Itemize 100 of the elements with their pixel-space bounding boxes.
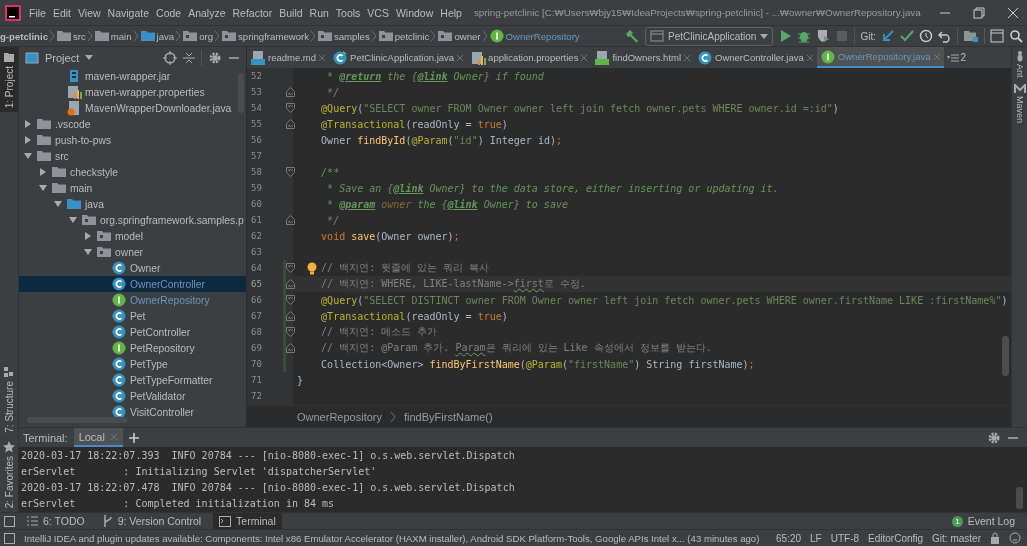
clock-icon[interactable]	[919, 29, 933, 43]
undo-icon[interactable]	[938, 29, 952, 43]
tree-row[interactable]: PetController	[19, 324, 246, 340]
fold-icon[interactable]	[286, 295, 295, 305]
check-icon[interactable]	[900, 29, 914, 43]
menu-item[interactable]: Navigate	[107, 6, 150, 19]
status-item[interactable]: LF	[810, 532, 822, 544]
breadcrumb-item[interactable]: petclinic	[394, 30, 430, 42]
fold-icon[interactable]	[286, 343, 295, 353]
breadcrumb-item[interactable]: samples	[334, 30, 370, 42]
change-marker[interactable]	[283, 276, 286, 292]
menu-item[interactable]: File	[29, 6, 46, 19]
tree-row[interactable]: PetType	[19, 356, 246, 372]
expanded-arrow-icon[interactable]	[23, 151, 33, 161]
tree-row[interactable]: src	[19, 148, 246, 164]
tree-row[interactable]: org.springframework.samples.p	[19, 212, 246, 228]
restore-icon[interactable]	[973, 6, 985, 19]
tree-row[interactable]: main	[19, 180, 246, 196]
tree-row[interactable]: PetRepository	[19, 340, 246, 356]
tree-row[interactable]: push-to-pws	[19, 132, 246, 148]
terminal-tab[interactable]: Local	[73, 428, 123, 447]
caret-icon[interactable]	[85, 55, 94, 60]
bug-icon[interactable]	[797, 29, 812, 43]
fold-icon[interactable]	[286, 311, 295, 321]
collapsed-arrow-icon[interactable]	[23, 135, 33, 145]
scrollbar-thumb[interactable]	[1016, 487, 1023, 509]
tool-window-tab[interactable]: 7: Structure	[0, 362, 18, 437]
collapsed-arrow-icon[interactable]	[83, 231, 93, 241]
tree-row[interactable]: checkstyle	[19, 164, 246, 180]
panel-toggle-icon[interactable]	[4, 532, 15, 544]
tree-row[interactable]: PetTypeFormatter	[19, 372, 246, 388]
tool-window-tab[interactable]: 1: Project	[0, 47, 18, 113]
tree-row[interactable]: java	[19, 196, 246, 212]
editor-tab[interactable]: OwnerController.java	[694, 47, 817, 68]
menu-item[interactable]: Analyze	[188, 6, 226, 19]
tree-row[interactable]: PetValidator	[19, 388, 246, 404]
panel-title[interactable]: Project	[45, 51, 80, 64]
menu-item[interactable]: Tools	[335, 6, 361, 19]
menu-item[interactable]: Window	[395, 6, 434, 19]
editor-tab[interactable]: findOwners.html	[591, 47, 695, 68]
tree-row[interactable]: OwnerController	[19, 276, 246, 292]
breadcrumb-item[interactable]: main	[110, 30, 132, 42]
breadcrumb-item[interactable]: OwnerRepository	[297, 411, 382, 423]
hammer-icon[interactable]	[624, 28, 641, 44]
change-marker[interactable]	[283, 260, 286, 276]
status-item[interactable]: 65:20	[776, 532, 802, 544]
change-marker[interactable]	[283, 308, 286, 324]
menu-item[interactable]: VCS	[367, 6, 389, 19]
shield-icon[interactable]	[816, 29, 831, 43]
fold-icon[interactable]	[286, 215, 295, 225]
tree-row[interactable]: maven-wrapper.properties	[19, 84, 246, 100]
expanded-arrow-icon[interactable]	[53, 199, 63, 209]
scrollbar-thumb[interactable]	[1002, 336, 1009, 376]
scrollbar-thumb[interactable]	[27, 417, 127, 423]
status-item[interactable]: UTF-8	[830, 532, 860, 544]
breadcrumb-item[interactable]: springframework	[238, 30, 309, 42]
fold-icon[interactable]	[286, 103, 295, 113]
lock-icon[interactable]	[990, 532, 1000, 544]
status-item[interactable]: EditorConfig	[868, 532, 924, 544]
locate-icon[interactable]	[163, 50, 177, 65]
tree-row[interactable]: MavenWrapperDownloader.java	[19, 100, 246, 116]
collapsed-arrow-icon[interactable]	[23, 119, 33, 129]
menu-item[interactable]: Build	[279, 6, 303, 19]
tree-row[interactable]: Owner	[19, 260, 246, 276]
menu-item[interactable]: View	[78, 6, 101, 19]
expanded-arrow-icon[interactable]	[38, 183, 48, 193]
breadcrumb-item[interactable]: OwnerRepository	[505, 30, 580, 42]
menu-item[interactable]: Run	[309, 6, 329, 19]
tree-row[interactable]: owner	[19, 244, 246, 260]
fold-icon[interactable]	[286, 327, 295, 337]
editor-tab[interactable]: application.properties	[467, 47, 592, 68]
tool-window-tab[interactable]: Ant	[1013, 47, 1026, 81]
fold-icon[interactable]	[286, 279, 295, 289]
tree-row[interactable]: .vscode	[19, 116, 246, 132]
tab-list-button[interactable]: 2	[943, 47, 970, 68]
plus-icon[interactable]	[128, 432, 139, 443]
panel-toggle-icon[interactable]	[4, 515, 15, 527]
menu-item[interactable]: Edit	[52, 6, 71, 19]
menu-item[interactable]: Help	[440, 6, 462, 19]
editor-tab[interactable]: readme.md	[247, 47, 330, 68]
collapsed-arrow-icon[interactable]	[38, 167, 48, 177]
tree-row[interactable]: VisitController	[19, 404, 246, 420]
run-configuration-dropdown[interactable]: PetClinicApplication	[645, 26, 774, 46]
menu-item[interactable]: Code	[156, 6, 182, 19]
update-arrow-icon[interactable]	[881, 29, 895, 43]
fold-icon[interactable]	[286, 167, 295, 177]
tree-row[interactable]: Pet	[19, 308, 246, 324]
collapse-icon[interactable]	[183, 50, 195, 65]
expanded-arrow-icon[interactable]	[68, 215, 78, 225]
tool-window-button[interactable]: Terminal	[213, 513, 282, 529]
status-item[interactable]: Git: master	[932, 532, 981, 544]
terminal-window-icon[interactable]	[990, 29, 1004, 43]
play-icon[interactable]	[778, 29, 793, 43]
breadcrumb-item[interactable]: findByFirstName()	[404, 411, 493, 423]
breadcrumb-item[interactable]: g-petclinic	[0, 30, 48, 42]
editor-tab[interactable]: PetClinicApplication.java	[329, 47, 468, 68]
lightbulb-icon[interactable]	[307, 262, 317, 275]
breadcrumb-item[interactable]: src	[73, 30, 86, 42]
fold-icon[interactable]	[286, 119, 295, 129]
gear-icon[interactable]	[208, 50, 222, 65]
